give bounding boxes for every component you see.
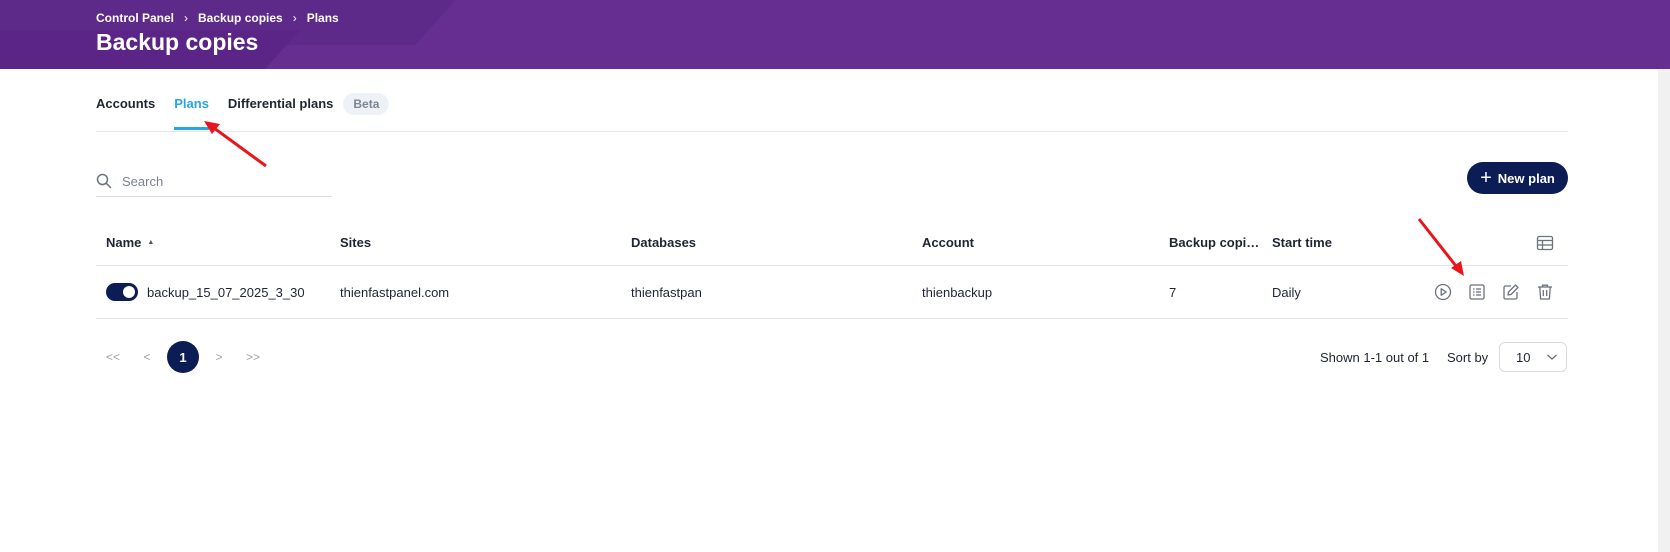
page-header: Control Panel › Backup copies › Plans Ba… <box>0 0 1670 69</box>
chevron-right-icon: › <box>292 11 297 25</box>
list-details-icon[interactable] <box>1468 283 1486 301</box>
trash-icon[interactable] <box>1536 283 1554 301</box>
search-input[interactable] <box>120 172 324 190</box>
breadcrumb-item-plans: Plans <box>306 11 339 25</box>
first-page-button[interactable]: << <box>96 350 130 364</box>
column-header-sites: Sites <box>340 235 372 250</box>
tab-bar: Accounts Plans Differential plans Beta <box>96 93 1568 132</box>
search-box <box>96 166 332 197</box>
plans-table: Name ▲ Sites Databases Account Backup co… <box>96 220 1568 319</box>
page-1-button[interactable]: 1 <box>167 341 199 373</box>
breadcrumb-item-control-panel[interactable]: Control Panel <box>96 11 174 25</box>
cell-account: thienbackup <box>922 284 993 300</box>
next-page-button[interactable]: > <box>202 350 236 364</box>
breadcrumb-item-backup-copies[interactable]: Backup copies <box>198 11 283 25</box>
column-header-backup-copies: Backup copi… <box>1169 235 1260 250</box>
column-header-account: Account <box>922 235 974 250</box>
cell-name: backup_15_07_2025_3_30 <box>96 283 340 301</box>
breadcrumb: Control Panel › Backup copies › Plans <box>96 11 339 25</box>
search-icon <box>96 173 112 189</box>
results-info: Shown 1-1 out of 1 <box>1320 350 1430 365</box>
plan-name: backup_15_07_2025_3_30 <box>147 284 305 300</box>
sort-by-label: Sort by <box>1447 350 1489 365</box>
tab-accounts[interactable]: Accounts <box>96 94 155 130</box>
tab-differential-plans[interactable]: Differential plans <box>228 94 333 130</box>
play-icon[interactable] <box>1434 283 1452 301</box>
column-header-databases: Databases <box>631 235 697 250</box>
new-plan-label: New plan <box>1497 170 1555 186</box>
new-plan-button[interactable]: + New plan <box>1467 162 1568 194</box>
table-row: backup_15_07_2025_3_30 thienfastpanel.co… <box>96 266 1568 319</box>
chevron-right-icon: › <box>184 11 189 25</box>
prev-page-button[interactable]: < <box>130 350 164 364</box>
column-settings <box>1402 234 1568 252</box>
pagination: << < 1 > >> <box>96 341 270 373</box>
column-header-start-time: Start time <box>1272 235 1332 250</box>
per-page-select[interactable]: 10 <box>1499 342 1567 372</box>
beta-badge: Beta <box>343 93 390 115</box>
page-title: Backup copies <box>96 29 259 55</box>
cell-backup-copies: 7 <box>1169 284 1177 300</box>
column-header-name[interactable]: Name ▲ <box>96 235 340 250</box>
column-label: Name <box>106 235 142 250</box>
sort-ascending-icon: ▲ <box>147 239 155 246</box>
table-header: Name ▲ Sites Databases Account Backup co… <box>96 220 1568 266</box>
tab-plans[interactable]: Plans <box>174 94 209 130</box>
chevron-down-icon <box>1547 354 1557 360</box>
annotation-arrow <box>213 126 267 168</box>
cell-start-time: Daily <box>1272 284 1301 300</box>
edit-icon[interactable] <box>1502 283 1520 301</box>
per-page-value: 10 <box>1516 349 1531 365</box>
cell-sites: thienfastpanel.com <box>340 284 450 300</box>
row-actions <box>1402 283 1568 301</box>
table-columns-icon[interactable] <box>1536 234 1554 252</box>
plus-icon: + <box>1480 167 1492 189</box>
scrollbar[interactable] <box>1658 69 1670 552</box>
last-page-button[interactable]: >> <box>236 350 270 364</box>
cell-databases: thienfastpan <box>631 284 702 300</box>
plan-enabled-toggle[interactable] <box>106 283 138 301</box>
